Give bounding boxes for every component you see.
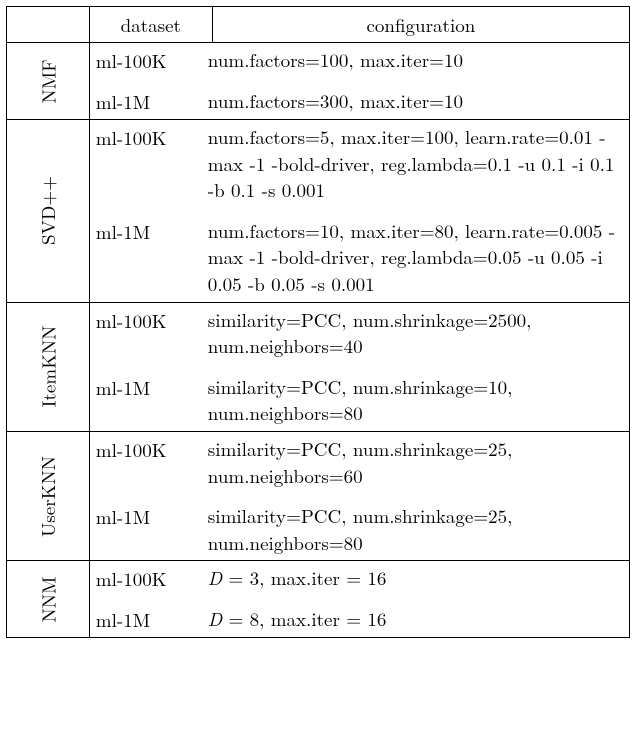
row-label-itemknn: ItemKNN bbox=[38, 326, 57, 408]
dataset-cell: ml-1M bbox=[90, 602, 202, 637]
config-cell: similarity=PCC, num.shrinkage=25, num.ne… bbox=[202, 432, 629, 493]
config-table: dataset configuration NMF ml-100K num.fa… bbox=[6, 6, 630, 638]
config-cell: similarity=PCC, num.shrinkage=10, num.ne… bbox=[202, 370, 629, 431]
row-label-nmf: NMF bbox=[38, 59, 57, 103]
config-cell: similarity=PCC, num.shrinkage=2500, num.… bbox=[202, 303, 629, 364]
config-cell: similarity=PCC, num.shrinkage=25, num.ne… bbox=[202, 499, 629, 560]
dataset-cell: ml-100K bbox=[90, 120, 202, 208]
config-cell: num.factors=10, max.iter=80, learn.rate=… bbox=[202, 214, 629, 302]
header-dataset: dataset bbox=[89, 7, 212, 43]
dataset-cell: ml-100K bbox=[90, 303, 202, 364]
dataset-cell: ml-100K bbox=[90, 561, 202, 596]
row-label-nnm: NNM bbox=[38, 576, 57, 622]
dataset-cell: ml-100K bbox=[90, 43, 202, 78]
dataset-cell: ml-1M bbox=[90, 214, 202, 302]
corner-cell bbox=[7, 7, 90, 43]
config-cell: D = 3, max.iter = 16 bbox=[202, 561, 629, 596]
dataset-cell: ml-1M bbox=[90, 370, 202, 431]
config-cell: num.factors=100, max.iter=10 bbox=[202, 43, 629, 78]
dataset-cell: ml-100K bbox=[90, 432, 202, 493]
row-nnm: NNM ml-100K D = 3, max.iter = 16 ml-1M D… bbox=[7, 561, 630, 638]
dataset-cell: ml-1M bbox=[90, 499, 202, 560]
row-label-svdpp: SVD++ bbox=[38, 176, 57, 245]
header-config: configuration bbox=[212, 7, 629, 43]
row-userknn: UserKNN ml-100K similarity=PCC, num.shri… bbox=[7, 431, 630, 560]
config-cell: num.factors=5, max.iter=100, learn.rate=… bbox=[202, 120, 629, 208]
row-nmf: NMF ml-100K num.factors=100, max.iter=10… bbox=[7, 43, 630, 120]
config-cell: D = 8, max.iter = 16 bbox=[202, 602, 629, 637]
row-svdpp: SVD++ ml-100K num.factors=5, max.iter=10… bbox=[7, 120, 630, 303]
row-itemknn: ItemKNN ml-100K similarity=PCC, num.shri… bbox=[7, 302, 630, 431]
dataset-cell: ml-1M bbox=[90, 84, 202, 119]
row-label-userknn: UserKNN bbox=[38, 456, 57, 537]
config-cell: num.factors=300, max.iter=10 bbox=[202, 84, 629, 119]
